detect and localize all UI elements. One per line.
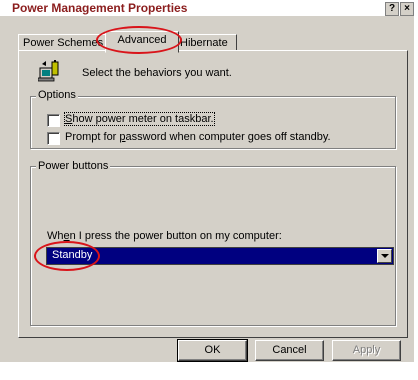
power-button-action-value: Standby [52, 249, 93, 261]
tab-label: Advanced [117, 34, 167, 46]
prompt-password-label[interactable]: Prompt for password when computer goes o… [65, 131, 331, 143]
prompt-password-checkbox[interactable] [47, 132, 60, 145]
power-buttons-groupbox [30, 166, 396, 326]
tab-label: Hibernate [180, 37, 228, 49]
title-bar: Power Management Properties ? × [0, 0, 414, 16]
help-button[interactable]: ? [385, 2, 399, 16]
show-power-meter-label[interactable]: Show power meter on taskbar. [64, 112, 215, 126]
ok-label: OK [204, 344, 221, 356]
window-title: Power Management Properties [12, 1, 188, 15]
show-power-meter-checkbox[interactable] [47, 114, 60, 127]
cancel-button[interactable]: Cancel [255, 340, 324, 361]
header-instruction: Select the behaviors you want. [82, 67, 232, 79]
power-button-action-select[interactable]: Standby [46, 247, 394, 265]
power-button-prompt: When I press the power button on my comp… [47, 230, 282, 242]
tab-label: Power Schemes [23, 37, 104, 49]
options-legend: Options [36, 89, 78, 101]
ok-button[interactable]: OK [177, 339, 248, 362]
close-button[interactable]: × [400, 2, 414, 16]
battery-computer-icon [38, 60, 59, 82]
apply-label: Apply [352, 344, 381, 356]
power-buttons-legend: Power buttons [36, 160, 111, 172]
chevron-down-icon[interactable] [377, 249, 392, 263]
power-management-dialog: Power Management Properties ? × Power Sc… [0, 0, 414, 362]
apply-button[interactable]: Apply [332, 340, 401, 361]
cancel-label: Cancel [272, 344, 307, 356]
tab-advanced[interactable]: Advanced [105, 31, 179, 53]
